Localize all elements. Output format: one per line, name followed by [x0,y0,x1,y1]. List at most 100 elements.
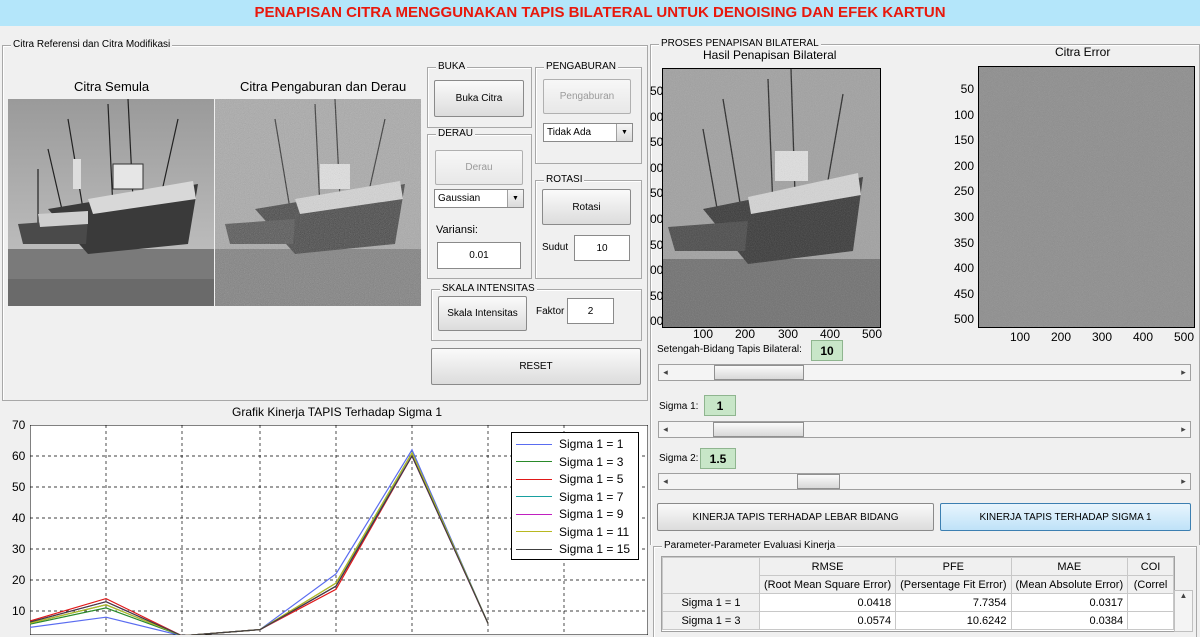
blur-select-value: Tidak Ada [547,127,592,138]
legend-item: Sigma 1 = 15 [516,541,630,557]
legend-swatch [516,478,552,480]
y-tick: 500 [953,312,974,327]
chevron-down-icon: ▼ [616,124,632,141]
noise-button[interactable]: Derau [435,150,523,185]
legend-label: Sigma 1 = 15 [559,542,631,556]
sigma2-slider[interactable]: ◂ ▸ [658,473,1191,490]
chevron-left-icon[interactable]: ◂ [659,422,672,437]
legend-item: Sigma 1 = 11 [516,524,629,540]
y-tick: 30 [12,542,26,556]
y-tick: 50 [12,480,26,494]
noise-select-value: Gaussian [438,193,481,204]
reset-button[interactable]: RESET [431,348,641,385]
cell-coi[interactable] [1127,593,1174,612]
error-image-title: Citra Error [1055,45,1111,59]
cell-mae[interactable]: 0.0384 [1010,611,1129,630]
chevron-right-icon[interactable]: ▸ [1177,365,1190,380]
y-tick: 150 [953,133,974,148]
y-tick: 250 [953,184,974,199]
y-tick: 50 [960,82,974,96]
skala-title: SKALA INTENSITAS [440,283,537,295]
rotate-button[interactable]: Rotasi [542,189,631,225]
chevron-right-icon[interactable]: ▸ [1177,422,1190,437]
x-tick: 200 [735,327,756,341]
x-tick: 100 [1010,330,1031,344]
x-tick: 500 [862,327,883,341]
y-tick: 00 [650,314,664,329]
sigma1-slider[interactable]: ◂ ▸ [658,421,1191,438]
legend-swatch [516,513,552,515]
row-label: Sigma 1 = 3 [662,611,760,630]
blur-select[interactable]: Tidak Ada ▼ [543,123,633,142]
legend-swatch [516,496,552,497]
y-tick: 40 [12,511,26,525]
noise-select[interactable]: Gaussian ▼ [434,189,524,208]
chevron-left-icon[interactable]: ◂ [659,365,672,380]
x-tick: 300 [1092,330,1113,344]
factor-input[interactable]: 2 [567,298,614,324]
table-row[interactable]: Sigma 1 = 3 0.0574 10.6242 0.0384 [662,611,1174,630]
angle-label: Sudut [542,242,569,253]
legend-item: Sigma 1 = 7 [516,489,623,505]
y-tick: 00 [650,212,664,226]
y-tick: 450 [953,286,974,301]
table-corner [662,557,760,594]
cell-mae[interactable]: 0.0317 [1010,593,1129,612]
header-pfe: PFE [895,557,1012,576]
angle-input[interactable]: 10 [574,235,630,261]
legend-item: Sigma 1 = 9 [516,506,623,522]
header-coi-long: (Correl [1127,575,1174,594]
variance-input[interactable]: 0.01 [437,242,521,269]
slider-thumb[interactable] [713,365,804,380]
cell-coi[interactable] [1127,611,1174,630]
chevron-right-icon[interactable]: ▸ [1177,474,1190,489]
y-tick: 50 [650,84,664,98]
cell-rmse[interactable]: 0.0418 [758,593,897,612]
performance-width-button[interactable]: KINERJA TAPIS TERHADAP LEBAR BIDANG [657,503,934,531]
y-tick: 00 [650,109,664,124]
sigma2-label: Sigma 2: [659,453,699,464]
legend-swatch [516,443,552,445]
reference-panel-title: Citra Referensi dan Citra Modifikasi [11,39,173,51]
row-label: Sigma 1 = 1 [662,593,760,612]
scroll-up-icon[interactable]: ▲ [1175,591,1192,600]
original-image-label: Citra Semula [74,79,150,94]
variance-label: Variansi: [436,224,478,236]
x-tick: 300 [778,327,799,341]
legend-label: Sigma 1 = 1 [559,437,624,451]
x-tick: 500 [1174,330,1195,344]
y-tick: 50 [650,135,664,150]
intensity-scale-button[interactable]: Skala Intensitas [438,296,527,331]
x-tick: 400 [820,327,841,341]
y-tick: 400 [953,261,974,276]
table-row[interactable]: Sigma 1 = 1 0.0418 7.7354 0.0317 [662,593,1174,612]
slider-thumb[interactable] [713,422,805,437]
table-scrollbar[interactable]: ▲ [1174,590,1193,632]
sigma1-value: 1 [704,395,736,416]
halfwidth-label: Setengah-Bidang Tapis Bilateral: [657,344,802,355]
modified-image [215,99,421,306]
y-tick: 70 [12,418,26,432]
derau-title: DERAU [436,128,476,140]
buka-title: BUKA [436,61,468,73]
chevron-left-icon[interactable]: ◂ [659,474,672,489]
cell-pfe[interactable]: 7.7354 [895,593,1012,612]
evaluation-table-wrapper: RMSE PFE MAE COI (Root Mean Square Error… [661,556,1175,632]
blur-button[interactable]: Pengaburan [543,79,631,114]
slider-thumb[interactable] [796,474,840,489]
open-image-button[interactable]: Buka Citra [434,80,524,117]
halfwidth-slider[interactable]: ◂ ▸ [658,364,1191,381]
chart-title: Grafik Kinerja TAPIS Terhadap Sigma 1 [232,405,443,419]
legend-swatch [516,461,552,462]
performance-sigma1-button[interactable]: KINERJA TAPIS TERHADAP SIGMA 1 [940,503,1191,531]
header-coi: COI [1127,557,1174,576]
y-tick: 10 [12,604,26,618]
cell-pfe[interactable]: 10.6242 [895,611,1012,630]
halfwidth-value: 10 [811,340,843,361]
legend-label: Sigma 1 = 5 [559,472,624,486]
x-tick: 100 [693,327,714,341]
filtered-image-title: Hasil Penapisan Bilateral [703,48,837,62]
y-tick: 50 [650,186,664,201]
cell-rmse[interactable]: 0.0574 [758,611,897,630]
chevron-down-icon: ▼ [507,190,523,207]
